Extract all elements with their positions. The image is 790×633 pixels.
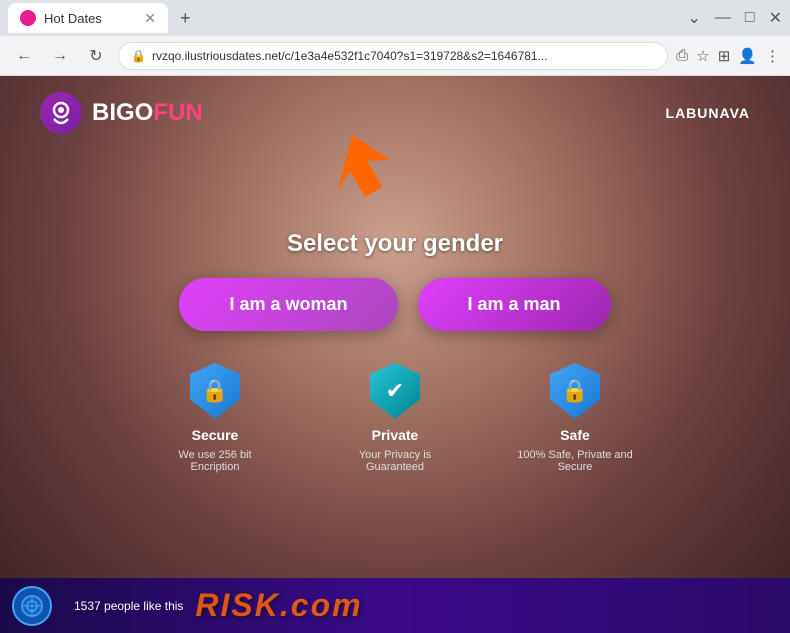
forward-button[interactable]: → <box>46 42 74 70</box>
bottom-bar: 1537 people like this RISK.com <box>0 578 790 633</box>
shield-shape: 🔒 <box>190 363 240 419</box>
nav-bar: ← → ↻ 🔒 rvzqo.ilustriousdates.net/c/1e3a… <box>0 36 790 76</box>
private-badge-title: Private <box>372 427 419 443</box>
maximize-button[interactable]: □ <box>745 9 755 27</box>
private-shield-icon: ✔ <box>368 361 423 421</box>
logo-area: BIGOFUN <box>40 92 203 134</box>
arrow-pointer <box>310 131 390 211</box>
new-tab-button[interactable]: + <box>174 8 197 29</box>
private-badge: ✔ Private Your Privacy is Guaranteed <box>335 361 455 473</box>
private-shield-shape: ✔ <box>370 363 420 419</box>
menu-icon[interactable]: ⋮ <box>765 47 780 65</box>
secure-badge-title: Secure <box>192 427 239 443</box>
bottom-icon <box>12 586 52 626</box>
site-header: BIGOFUN LABUNAVA <box>0 76 790 150</box>
gender-buttons: I am a woman I am a man <box>179 278 610 331</box>
title-bar: Hot Dates ✕ + ⌄ — □ ✕ <box>0 0 790 36</box>
tab-close-button[interactable]: ✕ <box>144 10 156 27</box>
chevron-down-icon[interactable]: ⌄ <box>688 8 701 28</box>
nav-actions: ⎙ ☆ ⊞ 👤 ⋮ <box>676 47 780 65</box>
profile-icon[interactable]: 👤 <box>738 47 757 65</box>
private-badge-desc: Your Privacy is Guaranteed <box>335 449 455 473</box>
safe-badge-title: Safe <box>560 427 590 443</box>
browser-tab[interactable]: Hot Dates ✕ <box>8 3 168 33</box>
logo-text: BIGOFUN <box>92 99 203 127</box>
logo-icon <box>40 92 82 134</box>
back-button[interactable]: ← <box>10 42 38 70</box>
risk-logo-area: RISK.com <box>195 587 362 624</box>
lock-icon: 🔒 <box>131 49 146 63</box>
tab-favicon <box>20 10 36 26</box>
safe-badge-desc: 100% Safe, Private and Secure <box>515 449 635 473</box>
background-image <box>0 76 790 633</box>
minimize-button[interactable]: — <box>715 9 731 27</box>
page-content: BIGOFUN LABUNAVA Select your gender I am… <box>0 76 790 633</box>
man-button[interactable]: I am a man <box>418 278 611 331</box>
select-gender-title: Select your gender <box>287 230 503 258</box>
refresh-button[interactable]: ↻ <box>82 42 110 70</box>
tab-grid-icon[interactable]: ⊞ <box>718 47 731 65</box>
trust-badges: 🔒 Secure We use 256 bit Encription ✔ Pri… <box>155 361 635 473</box>
main-content: Select your gender I am a woman I am a m… <box>179 230 610 331</box>
secure-badge: 🔒 Secure We use 256 bit Encription <box>155 361 275 473</box>
secure-badge-desc: We use 256 bit Encription <box>155 449 275 473</box>
risk-text: RISK.com <box>195 587 362 624</box>
bookmark-icon[interactable]: ☆ <box>696 47 709 65</box>
close-button[interactable]: ✕ <box>769 8 782 28</box>
address-text: rvzqo.ilustriousdates.net/c/1e3a4e532f1c… <box>152 49 655 63</box>
browser-frame: Hot Dates ✕ + ⌄ — □ ✕ ← → ↻ 🔒 rvzqo.ilus… <box>0 0 790 633</box>
safe-shield-icon: 🔒 <box>548 361 603 421</box>
address-bar[interactable]: 🔒 rvzqo.ilustriousdates.net/c/1e3a4e532f… <box>118 42 668 70</box>
people-like-text: 1537 people like this <box>74 599 183 613</box>
nav-link[interactable]: LABUNAVA <box>666 105 750 121</box>
safe-badge: 🔒 Safe 100% Safe, Private and Secure <box>515 361 635 473</box>
tab-title: Hot Dates <box>44 11 102 26</box>
secure-shield-icon: 🔒 <box>188 361 243 421</box>
share-icon[interactable]: ⎙ <box>676 47 688 64</box>
safe-shield-shape: 🔒 <box>550 363 600 419</box>
woman-button[interactable]: I am a woman <box>179 278 397 331</box>
logo-bigo: BIGO <box>92 99 153 126</box>
logo-fun: FUN <box>153 99 202 126</box>
window-controls: ⌄ — □ ✕ <box>688 8 782 28</box>
